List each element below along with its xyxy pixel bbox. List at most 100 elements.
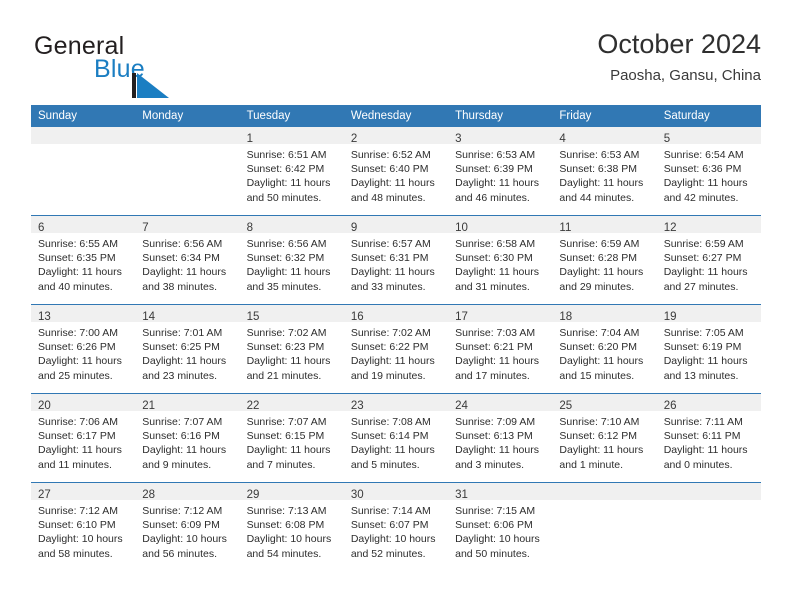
weekday-header-thursday: Thursday [448,105,553,127]
day-number: 21 [142,400,156,412]
calendar-day-cell[interactable]: 26 Sunrise: 7:11 AM Sunset: 6:11 PM Dayligh… [656,393,761,483]
sunset-time: Sunset: 6:30 PM [455,252,533,265]
calendar-day-cell[interactable]: 1 Sunrise: 6:51 AM Sunset: 6:42 PM Daylight… [239,127,344,216]
sunset-time: Sunset: 6:20 PM [559,341,638,354]
daylight-duration-line2: and 25 minutes. [38,369,113,382]
daylight-duration-line1: Daylight: 11 hours [455,355,539,368]
calendar-day-cell[interactable]: 22 Sunrise: 7:07 AM Sunset: 6:15 PM Dayligh… [239,393,344,483]
calendar-day-cell[interactable]: 29 Sunrise: 7:13 AM Sunset: 6:08 PM Dayligh… [239,482,344,571]
day-cell-details: Sunrise: 7:10 AM Sunset: 6:12 PM Daylight:… [552,411,656,472]
daylight-duration-line2: and 11 minutes. [38,458,112,471]
daylight-duration-line1: Daylight: 11 hours [559,444,644,457]
day-number: 22 [246,400,260,412]
day-number-band: 26 [656,394,761,412]
day-cell-details: Sunrise: 7:07 AM Sunset: 6:16 PM Daylight:… [135,411,239,472]
day-cell-details: Sunrise: 7:02 AM Sunset: 6:23 PM Daylight:… [240,322,344,383]
day-cell-inner: 5 Sunrise: 6:54 AM Sunset: 6:36 PM Daylight… [656,127,761,215]
sunset-time: Sunset: 6:42 PM [246,163,325,176]
calendar-body: 1 Sunrise: 6:51 AM Sunset: 6:42 PM Daylight… [31,127,761,571]
day-cell-details: Sunrise: 6:58 AM Sunset: 6:30 PM Daylight:… [448,233,552,294]
calendar-day-cell[interactable]: 25 Sunrise: 7:10 AM Sunset: 6:12 PM Dayligh… [552,393,657,483]
calendar-day-cell[interactable]: 3 Sunrise: 6:53 AM Sunset: 6:39 PM Daylight… [448,127,553,216]
day-cell-details: Sunrise: 7:03 AM Sunset: 6:21 PM Daylight:… [448,322,552,383]
calendar-day-cell[interactable]: 19 Sunrise: 7:05 AM Sunset: 6:19 PM Dayligh… [656,304,761,394]
sunrise-time: Sunrise: 7:14 AM [350,505,431,517]
weekday-header-saturday: Saturday [656,105,761,127]
day-cell-details: Sunrise: 7:15 AM Sunset: 6:06 PM Daylight:… [448,500,552,561]
weekday-header-row: Sunday Monday Tuesday Wednesday Thursday… [31,105,761,127]
day-cell-details: Sunrise: 6:52 AM Sunset: 6:40 PM Daylight:… [344,144,448,205]
calendar-week-row: 1 Sunrise: 6:51 AM Sunset: 6:42 PM Daylight… [31,127,761,216]
brand-logo[interactable]: General Blue [31,32,261,98]
day-cell-details: Sunrise: 6:59 AM Sunset: 6:27 PM Daylight:… [657,233,761,294]
day-cell-inner: 29 Sunrise: 7:13 AM Sunset: 6:08 PM Dayligh… [239,483,344,571]
sunrise-time: Sunrise: 7:12 AM [38,505,118,517]
daylight-duration-line2: and 3 minutes. [455,458,525,471]
calendar-day-cell[interactable]: 5 Sunrise: 6:54 AM Sunset: 6:36 PM Daylight… [656,127,761,216]
day-number: 24 [455,400,468,412]
daylight-duration-line1: Daylight: 10 hours [38,533,123,546]
day-number-band: 9 [343,216,449,234]
calendar-day-cell[interactable]: 7 Sunrise: 6:56 AM Sunset: 6:34 PM Daylight… [135,215,240,305]
daylight-duration-line2: and 56 minutes. [142,547,217,560]
day-number: 27 [38,489,51,501]
calendar-day-cell [31,127,136,216]
sunrise-time: Sunrise: 6:54 AM [663,149,744,161]
calendar-day-cell[interactable]: 17 Sunrise: 7:03 AM Sunset: 6:21 PM Dayligh… [448,304,553,394]
daylight-duration-line1: Daylight: 11 hours [663,177,748,190]
calendar-day-cell[interactable]: 30 Sunrise: 7:14 AM Sunset: 6:07 PM Dayligh… [343,482,449,571]
calendar-day-cell[interactable]: 13 Sunrise: 7:00 AM Sunset: 6:26 PM Dayligh… [31,304,136,394]
calendar-day-cell[interactable]: 24 Sunrise: 7:09 AM Sunset: 6:13 PM Dayligh… [448,393,553,483]
calendar-day-cell[interactable]: 14 Sunrise: 7:01 AM Sunset: 6:25 PM Dayligh… [135,304,240,394]
day-cell-inner: 24 Sunrise: 7:09 AM Sunset: 6:13 PM Dayligh… [448,394,553,482]
calendar-day-cell[interactable]: 11 Sunrise: 6:59 AM Sunset: 6:28 PM Dayligh… [552,215,657,305]
calendar-day-cell[interactable]: 20 Sunrise: 7:06 AM Sunset: 6:17 PM Dayligh… [31,393,136,483]
daylight-duration-line1: Daylight: 11 hours [663,266,748,279]
calendar-day-cell[interactable]: 9 Sunrise: 6:57 AM Sunset: 6:31 PM Daylight… [343,215,449,305]
sunrise-time: Sunrise: 7:11 AM [663,416,743,428]
calendar-day-cell[interactable]: 6 Sunrise: 6:55 AM Sunset: 6:35 PM Daylight… [31,215,136,305]
daylight-duration-line2: and 58 minutes. [38,547,113,560]
calendar-day-cell[interactable]: 10 Sunrise: 6:58 AM Sunset: 6:30 PM Dayligh… [448,215,553,305]
calendar-day-cell[interactable]: 2 Sunrise: 6:52 AM Sunset: 6:40 PM Daylight… [343,127,449,216]
day-cell-inner: 6 Sunrise: 6:55 AM Sunset: 6:35 PM Daylight… [31,216,136,304]
daylight-duration-line2: and 44 minutes. [559,191,635,204]
sunrise-time: Sunrise: 6:56 AM [142,238,223,250]
calendar-day-cell[interactable]: 12 Sunrise: 6:59 AM Sunset: 6:27 PM Dayligh… [656,215,761,305]
calendar-day-cell[interactable]: 27 Sunrise: 7:12 AM Sunset: 6:10 PM Dayligh… [31,482,136,571]
calendar-day-cell[interactable]: 18 Sunrise: 7:04 AM Sunset: 6:20 PM Dayligh… [552,304,657,394]
sunset-time: Sunset: 6:25 PM [142,341,220,354]
daylight-duration-line1: Daylight: 11 hours [350,444,435,457]
day-number-band: 30 [343,483,449,501]
calendar-table: Sunday Monday Tuesday Wednesday Thursday… [31,105,761,571]
day-cell-inner: 16 Sunrise: 7:02 AM Sunset: 6:22 PM Dayligh… [343,305,449,393]
day-cell-inner [135,127,240,215]
calendar-day-cell[interactable]: 23 Sunrise: 7:08 AM Sunset: 6:14 PM Dayligh… [343,393,449,483]
calendar-day-cell[interactable]: 21 Sunrise: 7:07 AM Sunset: 6:16 PM Dayligh… [135,393,240,483]
day-cell-inner: 13 Sunrise: 7:00 AM Sunset: 6:26 PM Dayligh… [31,305,136,393]
calendar-day-cell[interactable]: 4 Sunrise: 6:53 AM Sunset: 6:38 PM Daylight… [552,127,657,216]
sunrise-time: Sunrise: 7:12 AM [142,505,223,517]
sunrise-time: Sunrise: 6:55 AM [38,238,118,250]
calendar-day-cell[interactable]: 31 Sunrise: 7:15 AM Sunset: 6:06 PM Dayligh… [448,482,553,571]
day-number: 6 [38,222,45,234]
day-cell-inner: 18 Sunrise: 7:04 AM Sunset: 6:20 PM Dayligh… [552,305,657,393]
calendar-day-cell[interactable]: 8 Sunrise: 6:56 AM Sunset: 6:32 PM Daylight… [239,215,344,305]
calendar-week-row: 13 Sunrise: 7:00 AM Sunset: 6:26 PM Dayligh… [31,304,761,394]
calendar-day-cell[interactable]: 16 Sunrise: 7:02 AM Sunset: 6:22 PM Dayligh… [343,304,449,394]
day-number: 18 [559,311,573,323]
calendar-week-row: 20 Sunrise: 7:06 AM Sunset: 6:17 PM Dayligh… [31,393,761,483]
sunrise-time: Sunrise: 6:58 AM [455,238,536,250]
day-number-band: 1 [239,127,344,145]
sunrise-time: Sunrise: 7:09 AM [455,416,536,428]
day-number: 12 [663,222,677,234]
day-number-band: 13 [31,305,136,323]
day-cell-inner: 3 Sunrise: 6:53 AM Sunset: 6:39 PM Daylight… [448,127,553,215]
day-number-band: 28 [135,483,240,501]
weekday-header-friday: Friday [552,105,657,127]
daylight-duration-line2: and 19 minutes. [350,369,426,382]
calendar-day-cell[interactable]: 28 Sunrise: 7:12 AM Sunset: 6:09 PM Dayligh… [135,482,240,571]
day-number: 29 [246,489,260,501]
calendar-day-cell[interactable]: 15 Sunrise: 7:02 AM Sunset: 6:23 PM Dayligh… [239,304,344,394]
day-number-band: 25 [552,394,657,412]
